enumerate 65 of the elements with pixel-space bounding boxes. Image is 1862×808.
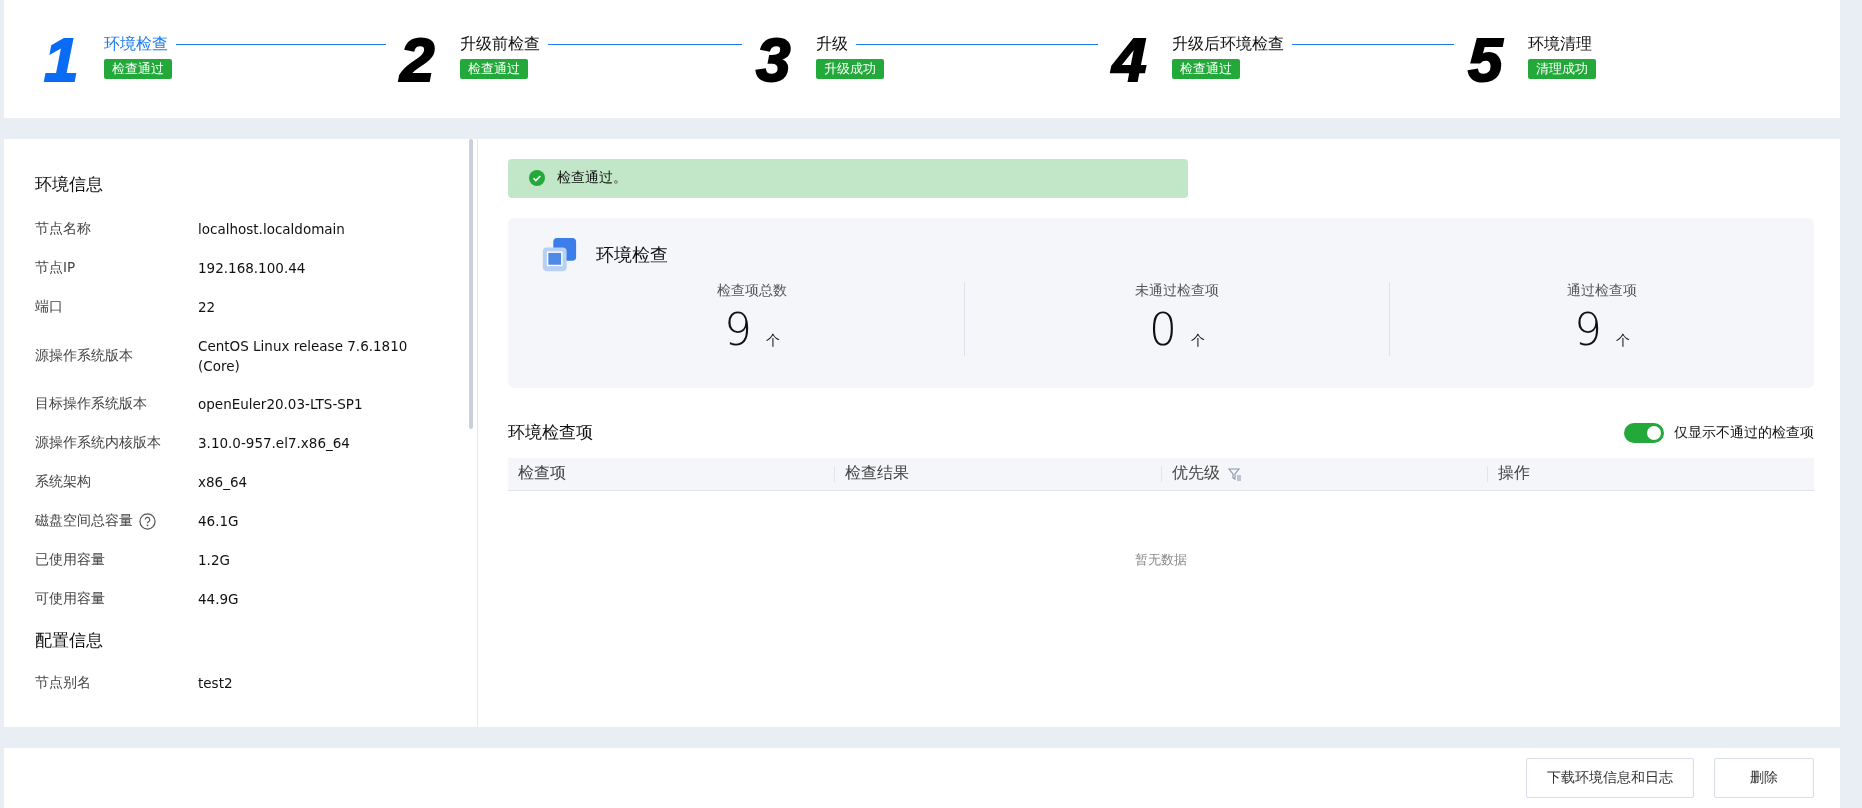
step-number: 4 (1112, 30, 1148, 90)
info-label: 源操作系统版本 (35, 346, 133, 365)
stat-unit: 个 (766, 331, 780, 350)
section-title: 环境检查项 (508, 421, 593, 445)
check-circle-icon (529, 170, 545, 187)
column-header: 操作 (1498, 463, 1531, 485)
info-value: 3.10.0-957.el7.x86_64 (198, 434, 351, 454)
section-title: 环境信息 (35, 172, 104, 196)
scrollbar[interactable] (469, 138, 473, 429)
info-label: 目标操作系统版本 (35, 395, 147, 414)
action-button[interactable]: 删除 (1714, 758, 1814, 799)
step-status: 升级成功 (816, 59, 884, 79)
stat-label: 未通过检查项 (1135, 281, 1219, 300)
step-title[interactable]: 升级 (816, 34, 848, 55)
info-label: 端口 (35, 298, 63, 317)
info-value: 1.2G (198, 551, 231, 571)
stat-label: 通过检查项 (1567, 281, 1637, 300)
stat-unit: 个 (1616, 331, 1630, 350)
info-label: 磁盘空间总容量 (35, 512, 133, 531)
column-header: 优先级 (1171, 463, 1220, 485)
stat-label: 检查项总数 (717, 281, 787, 300)
info-value: localhost.localdomain (198, 220, 346, 240)
info-label: 节点名称 (35, 220, 91, 239)
info-value: openEuler20.03-LTS-SP1 (198, 395, 364, 415)
stat-value: 0 (1149, 303, 1177, 356)
step-status: 检查通过 (104, 59, 172, 79)
info-label: 可使用容量 (35, 590, 105, 609)
toggle-switch[interactable] (1624, 422, 1664, 443)
stat-value: 9 (724, 303, 752, 356)
info-label: 源操作系统内核版本 (35, 434, 161, 453)
info-label: 已使用容量 (35, 551, 105, 570)
step-title[interactable]: 升级后环境检查 (1172, 34, 1284, 55)
info-value: 192.168.100.44 (198, 259, 307, 279)
stat-unit: 个 (1191, 331, 1205, 350)
layers-icon (540, 235, 578, 274)
step-number: 1 (44, 30, 80, 90)
info-label: 节点IP (35, 259, 76, 278)
column-header: 检查结果 (844, 463, 909, 485)
info-value: x86_64 (198, 473, 249, 493)
step-number: 2 (400, 30, 436, 90)
info-value: 22 (198, 298, 217, 318)
step-status: 检查通过 (460, 59, 528, 79)
action-button[interactable]: 下载环境信息和日志 (1526, 758, 1694, 799)
column-header: 检查项 (518, 463, 566, 485)
step-title[interactable]: 环境清理 (1528, 34, 1592, 55)
toggle-label: 仅显示不通过的检查项 (1674, 423, 1814, 442)
info-value: 46.1G (198, 512, 240, 532)
info-value: CentOS Linux release 7.6.1810 (Core) (198, 336, 409, 376)
step-number: 5 (1468, 30, 1504, 90)
help-icon[interactable] (139, 512, 156, 530)
filter-icon[interactable] (1227, 466, 1242, 481)
info-value: 44.9G (198, 590, 240, 610)
step-title[interactable]: 环境检查 (104, 34, 168, 55)
info-label: 节点别名 (35, 674, 91, 693)
section-title: 配置信息 (35, 628, 104, 652)
step-title[interactable]: 升级前检查 (460, 34, 540, 55)
step-status: 清理成功 (1528, 59, 1596, 79)
stat-value: 9 (1574, 303, 1602, 356)
empty-text: 暂无数据 (1135, 550, 1187, 569)
step-number: 3 (756, 30, 792, 90)
alert-message: 检查通过。 (557, 169, 627, 188)
info-label: 系统架构 (35, 473, 91, 492)
summary-title: 环境检查 (596, 242, 668, 267)
step-status: 检查通过 (1172, 59, 1240, 79)
info-value: test2 (198, 674, 234, 694)
